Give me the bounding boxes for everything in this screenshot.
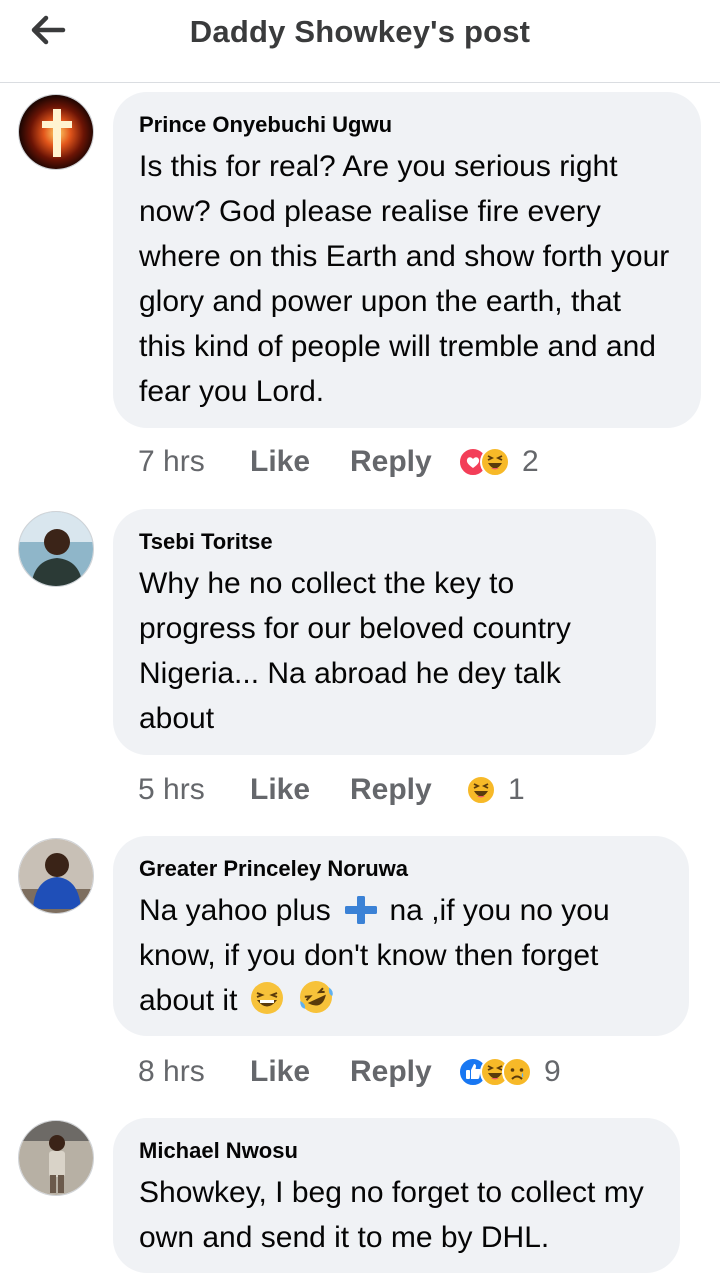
comment-time: 8 hrs (138, 1055, 205, 1088)
comment-bubble: Tsebi Toritse Why he no collect the key … (113, 509, 656, 755)
top-bar: Daddy Showkey's post (0, 0, 720, 83)
haha-reaction-icon (466, 775, 496, 805)
comment-time: 7 hrs (138, 445, 205, 478)
reply-button[interactable]: Reply (350, 445, 460, 479)
comment-text: Why he no collect the key to progress fo… (139, 567, 571, 735)
comment-text: Showkey, I beg no forget to collect my o… (139, 1176, 644, 1254)
reaction-count: 9 (544, 1055, 561, 1088)
like-button[interactable]: Like (250, 773, 350, 807)
reaction-count: 1 (508, 773, 525, 806)
avatar[interactable] (18, 511, 94, 587)
comment-text: Na yahoo plus na ,if you no you know, if… (139, 888, 663, 1023)
page-title: Daddy Showkey's post (189, 14, 531, 49)
reactions-summary[interactable]: 2 (458, 445, 539, 479)
like-button[interactable]: Like (250, 1055, 350, 1089)
comment-text: Is this for real? Are you serious right … (139, 150, 670, 408)
reply-button[interactable]: Reply (350, 773, 460, 807)
like-button[interactable]: Like (250, 445, 350, 479)
reactions-summary[interactable]: 9 (458, 1055, 561, 1089)
rolling-laughing-emoji-icon (300, 981, 333, 1013)
comment-author[interactable]: Tsebi Toritse (139, 529, 630, 555)
grinning-squinting-emoji-icon (250, 982, 283, 1014)
reaction-count: 2 (522, 445, 539, 478)
comment-actions: 5 hrs Like Reply 1 (138, 770, 525, 810)
comment-bubble: Greater Princeley Noruwa Na yahoo plus n… (113, 836, 689, 1036)
comment-actions: 8 hrs Like Reply 9 (138, 1052, 561, 1092)
sad-reaction-icon (502, 1057, 532, 1087)
person-avatar-image (19, 512, 93, 586)
comment-author[interactable]: Prince Onyebuchi Ugwu (139, 112, 675, 138)
cross-avatar-image (19, 95, 93, 169)
comment-bubble: Prince Onyebuchi Ugwu Is this for real? … (113, 92, 701, 428)
comment-author[interactable]: Michael Nwosu (139, 1138, 654, 1164)
comment-actions: 7 hrs Like Reply 2 (138, 442, 539, 482)
comment-author[interactable]: Greater Princeley Noruwa (139, 856, 663, 882)
reactions-summary[interactable]: 1 (466, 773, 525, 807)
haha-reaction-icon (480, 447, 510, 477)
avatar[interactable] (18, 838, 94, 914)
avatar[interactable] (18, 1120, 94, 1196)
person-avatar-image (19, 839, 93, 913)
person-avatar-image (19, 1121, 93, 1195)
plus-emoji-icon (345, 896, 378, 924)
avatar[interactable] (18, 94, 94, 170)
reply-button[interactable]: Reply (350, 1055, 460, 1089)
comment-text-part: Na yahoo plus (139, 894, 331, 927)
comment-bubble: Michael Nwosu Showkey, I beg no forget t… (113, 1118, 680, 1273)
comment-time: 5 hrs (138, 773, 205, 806)
